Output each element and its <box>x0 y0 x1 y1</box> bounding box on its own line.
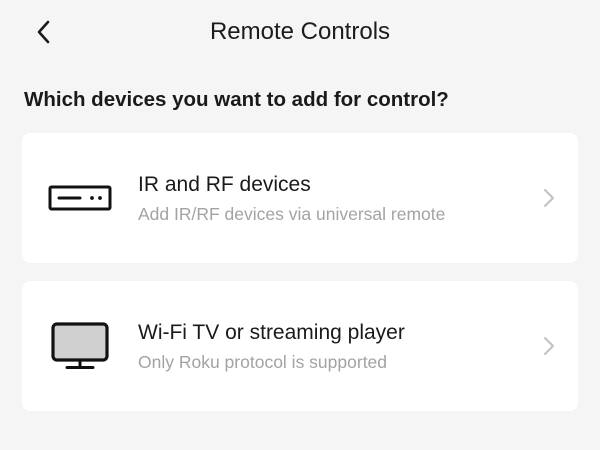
option-title: Wi-Fi TV or streaming player <box>138 321 405 344</box>
section-question: Which devices you want to add for contro… <box>24 88 449 111</box>
page-title: Remote Controls <box>209 18 391 45</box>
header-bar: Remote Controls <box>0 0 600 66</box>
ir-rf-device-icon <box>48 171 112 225</box>
chevron-right-icon <box>540 335 558 357</box>
option-ir-rf-devices[interactable]: IR and RF devices Add IR/RF devices via … <box>22 133 578 263</box>
option-wifi-tv[interactable]: Wi-Fi TV or streaming player Only Roku p… <box>22 281 578 411</box>
option-subtitle: Only Roku protocol is supported <box>138 352 388 372</box>
chevron-right-icon <box>540 187 558 209</box>
tv-monitor-icon <box>48 319 112 373</box>
option-title: IR and RF devices <box>138 173 311 196</box>
option-subtitle: Add IR/RF devices via universal remote <box>138 204 446 224</box>
